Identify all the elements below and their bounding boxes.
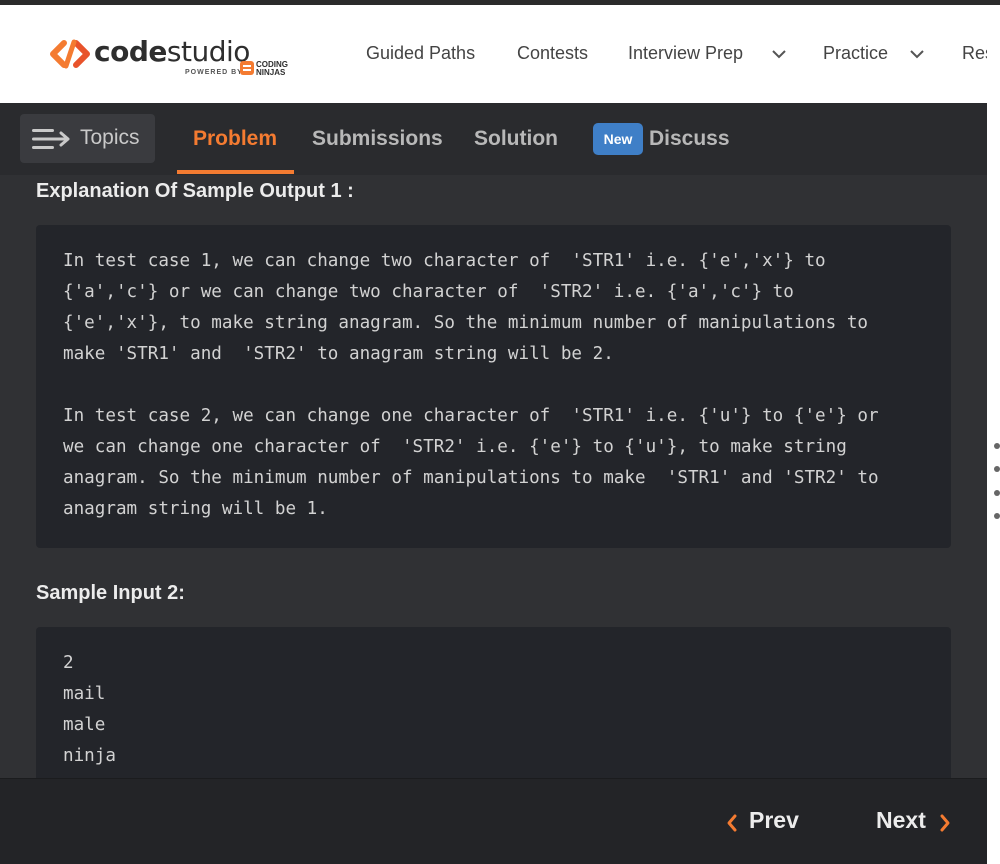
powered-by-label: POWERED BY — [185, 69, 243, 76]
explanation-code-block: In test case 1, we can change two charac… — [36, 225, 951, 548]
chevron-down-icon — [910, 50, 924, 59]
explanation-heading: Explanation Of Sample Output 1 : — [36, 180, 354, 202]
codestudio-logo-icon — [50, 39, 90, 69]
code-line: In test case 2, we can change one charac… — [63, 406, 879, 426]
coding-ninjas-wordmark: CODING NINJAS — [256, 60, 288, 77]
prev-button[interactable]: Prev — [725, 807, 805, 839]
sample-input-code-block: 2 mail male ninja — [36, 627, 951, 778]
tab-solution[interactable]: Solution — [474, 127, 558, 151]
coding-ninjas-icon — [240, 61, 254, 75]
code-line: {'a','c'} or we can change two character… — [63, 282, 794, 302]
chevron-down-icon — [772, 50, 786, 59]
chevron-right-icon — [940, 814, 950, 832]
tab-discuss[interactable]: Discuss — [649, 127, 730, 151]
more-options-dot[interactable] — [994, 466, 1000, 472]
problem-footer — [0, 778, 987, 864]
active-tab-indicator — [177, 170, 294, 174]
nav-contests[interactable]: Contests — [517, 43, 588, 67]
site-header: codestudio POWERED BY CODING NINJAS Guid… — [0, 5, 1000, 103]
sample-input-heading: Sample Input 2: — [36, 582, 185, 604]
code-line: 2 — [63, 653, 74, 673]
brand-name: codestudio — [94, 35, 250, 68]
topics-label: Topics — [80, 126, 140, 149]
next-button[interactable]: Next — [876, 807, 956, 839]
code-line: ninja — [63, 746, 116, 766]
code-line: male — [63, 715, 106, 735]
new-badge: New — [593, 123, 643, 155]
tab-problem[interactable]: Problem — [193, 127, 277, 151]
right-scroll-gutter — [987, 103, 1000, 864]
code-line: In test case 1, we can change two charac… — [63, 251, 826, 271]
code-line: make 'STR1' and 'STR2' to anagram string… — [63, 344, 614, 364]
nav-resources[interactable]: Reso — [962, 43, 987, 67]
codestudio-logo[interactable]: codestudio POWERED BY CODING NINJAS — [50, 35, 300, 85]
code-line: anagram string will be 1. — [63, 499, 328, 519]
more-options-dot[interactable] — [994, 513, 1000, 519]
more-options-dot[interactable] — [994, 490, 1000, 496]
nav-guided-paths[interactable]: Guided Paths — [366, 43, 475, 67]
code-line: we can change one character of 'STR2' i.… — [63, 437, 847, 457]
code-line: anagram. So the minimum number of manipu… — [63, 468, 879, 488]
code-line: mail — [63, 684, 106, 704]
topics-menu-icon — [32, 129, 70, 149]
nav-practice[interactable]: Practice — [823, 43, 929, 67]
nav-interview-prep[interactable]: Interview Prep — [628, 43, 790, 67]
more-options-dot[interactable] — [994, 443, 1000, 449]
tab-submissions[interactable]: Submissions — [312, 127, 443, 151]
topics-button[interactable]: Topics — [20, 114, 155, 163]
next-label: Next — [876, 807, 926, 833]
code-line: {'e','x'}, to make string anagram. So th… — [63, 313, 869, 333]
chevron-left-icon — [727, 814, 737, 832]
prev-label: Prev — [749, 807, 799, 833]
